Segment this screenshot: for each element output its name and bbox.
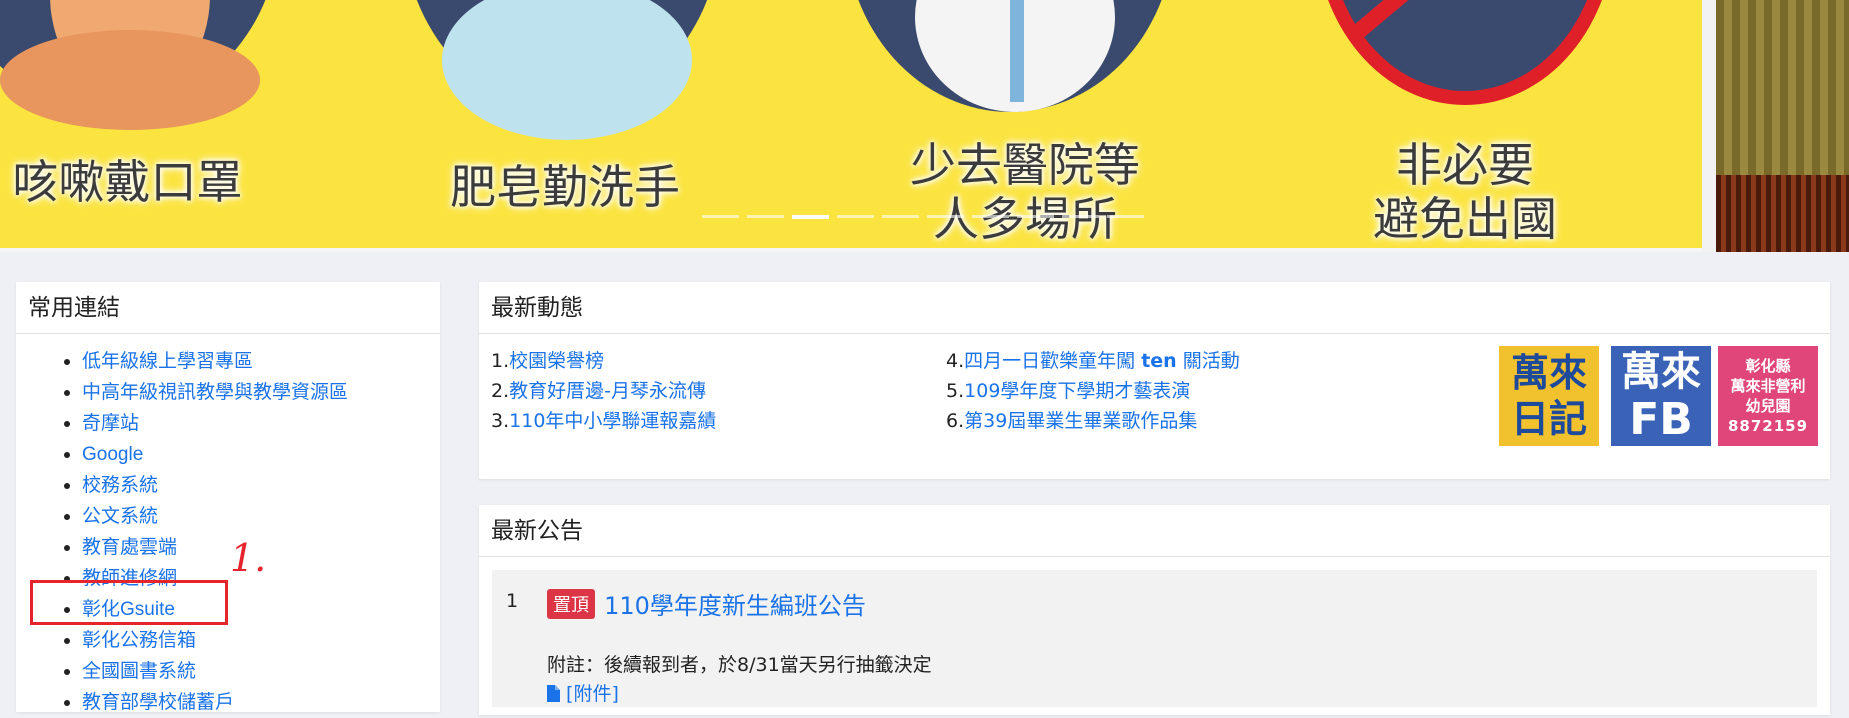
link-list-item: 校務系統 bbox=[82, 470, 440, 501]
badge-line: 8872159 bbox=[1727, 417, 1809, 435]
news-number: 1. bbox=[491, 350, 510, 372]
links-list: 低年級線上學習專區中高年級視訊教學與教學資源區奇摩站 Google 校務系統公文系統… bbox=[16, 334, 440, 718]
banner-caption: 少去醫院等 人多場所 bbox=[910, 138, 1140, 246]
handwash-illustration bbox=[402, 0, 722, 140]
carousel-dot[interactable] bbox=[882, 215, 919, 218]
news-link-text: 關活動 bbox=[1176, 350, 1240, 372]
quick-link[interactable]: 校務系統 bbox=[82, 475, 158, 496]
facebook-badge-link[interactable]: 萬來 FB bbox=[1611, 346, 1711, 446]
link-list-item: 彰化公務信箱 bbox=[82, 625, 440, 656]
announcement-row: 1 置頂 110學年度新生編班公告 附註：後續報到者，於8/31當天另行抽籤決定… bbox=[492, 570, 1817, 707]
kindergarten-badge-link[interactable]: 彰化縣萬來非營利幼兒園 8872159 bbox=[1718, 346, 1818, 446]
news-item: 5.109學年度下學期才藝表演 bbox=[946, 376, 1240, 406]
quick-link[interactable]: Google bbox=[82, 444, 143, 465]
quick-link[interactable]: 教育處雲端 bbox=[82, 537, 177, 558]
badge-line: 日記 bbox=[1510, 397, 1587, 441]
news-number: 2. bbox=[491, 380, 510, 402]
quick-link[interactable]: 全國圖書系統 bbox=[82, 661, 196, 682]
quick-link[interactable]: 低年級線上學習專區 bbox=[82, 351, 253, 372]
carousel-dot[interactable] bbox=[927, 215, 964, 218]
annotation-highlight-box bbox=[30, 580, 228, 625]
badge-line: 萬來 bbox=[1510, 351, 1587, 395]
quick-link[interactable]: 公文系統 bbox=[82, 506, 158, 527]
carousel-dot[interactable] bbox=[747, 215, 784, 218]
news-item: 6.第39屆畢業生畢業歌作品集 bbox=[946, 406, 1240, 436]
announcement-title-link[interactable]: 110學年度新生編班公告 bbox=[604, 592, 866, 620]
banner-divider bbox=[0, 248, 1702, 252]
annotation-mark: 1. bbox=[230, 536, 267, 580]
announcement-heading: 置頂 110學年度新生編班公告 bbox=[547, 586, 866, 621]
news-panel: 最新動態 1.校園榮譽榜 2.教育好厝邊-月琴永流傳 3.110年中小學聯運報嘉… bbox=[479, 282, 1830, 479]
carousel-indicators bbox=[702, 215, 1144, 219]
carousel-dot[interactable] bbox=[1062, 215, 1099, 218]
hero-banner[interactable]: 咳嗽戴口罩 肥皂勤洗手 少去醫院等 人多場所 非必要 避免出國 bbox=[0, 0, 1849, 252]
news-item: 2.教育好厝邊-月琴永流傳 bbox=[491, 376, 716, 406]
link-list-item: 低年級線上學習專區 bbox=[82, 346, 440, 377]
quick-link[interactable]: 教育部學校儲蓄戶 bbox=[82, 692, 234, 713]
news-column-1: 1.校園榮譽榜 2.教育好厝邊-月琴永流傳 3.110年中小學聯運報嘉績 bbox=[491, 346, 716, 436]
badge-line: 彰化縣 bbox=[1745, 357, 1791, 375]
news-panel-title: 最新動態 bbox=[479, 282, 1830, 334]
news-link[interactable]: 校園榮譽榜 bbox=[509, 350, 604, 372]
news-item: 3.110年中小學聯運報嘉績 bbox=[491, 406, 716, 436]
banner-caption: 非必要 避免出國 bbox=[1373, 138, 1557, 246]
next-slide-photo bbox=[1716, 0, 1849, 252]
news-link[interactable]: 四月一日歡樂童年闖 ten 關活動 bbox=[964, 350, 1240, 372]
link-list-item: 奇摩站 bbox=[82, 408, 440, 439]
hospital-illustration bbox=[845, 0, 1175, 112]
news-link[interactable]: 第39屆畢業生畢業歌作品集 bbox=[964, 410, 1197, 432]
banner-gap bbox=[1702, 0, 1716, 252]
no-travel-illustration bbox=[1315, 0, 1633, 105]
banner-caption: 咳嗽戴口罩 bbox=[12, 155, 243, 209]
carousel-dot[interactable] bbox=[792, 215, 829, 219]
links-panel: 常用連結 低年級線上學習專區中高年級視訊教學與教學資源區奇摩站 Google 校務系… bbox=[16, 282, 440, 713]
announcements-panel-title: 最新公告 bbox=[479, 505, 1830, 557]
link-list-item: 中高年級視訊教學與教學資源區 bbox=[82, 377, 440, 408]
badge-line: 萬來 bbox=[1621, 349, 1701, 395]
attachment-link[interactable]: [附件] bbox=[547, 679, 619, 706]
link-list-item: 教育部學校儲蓄戶 bbox=[82, 687, 440, 718]
carousel-dot[interactable] bbox=[702, 215, 739, 218]
news-column-2: 4.四月一日歡樂童年闖 ten 關活動 5.109學年度下學期才藝表演 6.第3… bbox=[946, 346, 1240, 436]
news-number: 4. bbox=[946, 350, 965, 372]
quick-link[interactable]: 中高年級視訊教學與教學資源區 bbox=[82, 382, 348, 403]
carousel-dot[interactable] bbox=[837, 215, 874, 218]
badge-line: 萬來非營利 bbox=[1730, 377, 1806, 395]
badge-line: FB bbox=[1629, 394, 1693, 445]
link-list-item: 公文系統 bbox=[82, 501, 440, 532]
carousel-dot[interactable] bbox=[1017, 215, 1054, 218]
announcement-index: 1 bbox=[506, 590, 519, 612]
cough-mask-illustration bbox=[0, 0, 280, 130]
badge-line: 幼兒園 bbox=[1745, 397, 1791, 415]
news-link[interactable]: 教育好厝邊-月琴永流傳 bbox=[509, 380, 706, 402]
banner-slide: 咳嗽戴口罩 肥皂勤洗手 少去醫院等 人多場所 非必要 避免出國 bbox=[0, 0, 1702, 250]
carousel-dot[interactable] bbox=[972, 215, 1009, 218]
banner-caption: 肥皂勤洗手 bbox=[450, 160, 680, 214]
news-number: 6. bbox=[946, 410, 965, 432]
diary-badge-link[interactable]: 萬來 日記 bbox=[1499, 346, 1599, 446]
news-item: 1.校園榮譽榜 bbox=[491, 346, 716, 376]
quick-link[interactable]: 彰化公務信箱 bbox=[82, 630, 196, 651]
pinned-badge: 置頂 bbox=[547, 588, 595, 619]
news-number: 5. bbox=[946, 380, 965, 402]
file-icon bbox=[547, 685, 560, 702]
links-panel-title: 常用連結 bbox=[16, 282, 440, 334]
news-link[interactable]: 110年中小學聯運報嘉績 bbox=[509, 410, 716, 432]
quick-link[interactable]: 奇摩站 bbox=[82, 413, 139, 434]
carousel-dot[interactable] bbox=[1107, 215, 1144, 218]
link-list-item: 全國圖書系統 bbox=[82, 656, 440, 687]
news-link[interactable]: 109學年度下學期才藝表演 bbox=[964, 380, 1190, 402]
announcement-note: 附註：後續報到者，於8/31當天另行抽籤決定 bbox=[547, 654, 932, 676]
attachment-label: [附件] bbox=[566, 683, 619, 705]
news-item: 4.四月一日歡樂童年闖 ten 關活動 bbox=[946, 346, 1240, 376]
news-link-text: 四月一日歡樂童年闖 bbox=[964, 350, 1142, 372]
news-link-bold: ten bbox=[1141, 350, 1177, 372]
news-number: 3. bbox=[491, 410, 510, 432]
link-list-item: Google bbox=[82, 439, 440, 470]
